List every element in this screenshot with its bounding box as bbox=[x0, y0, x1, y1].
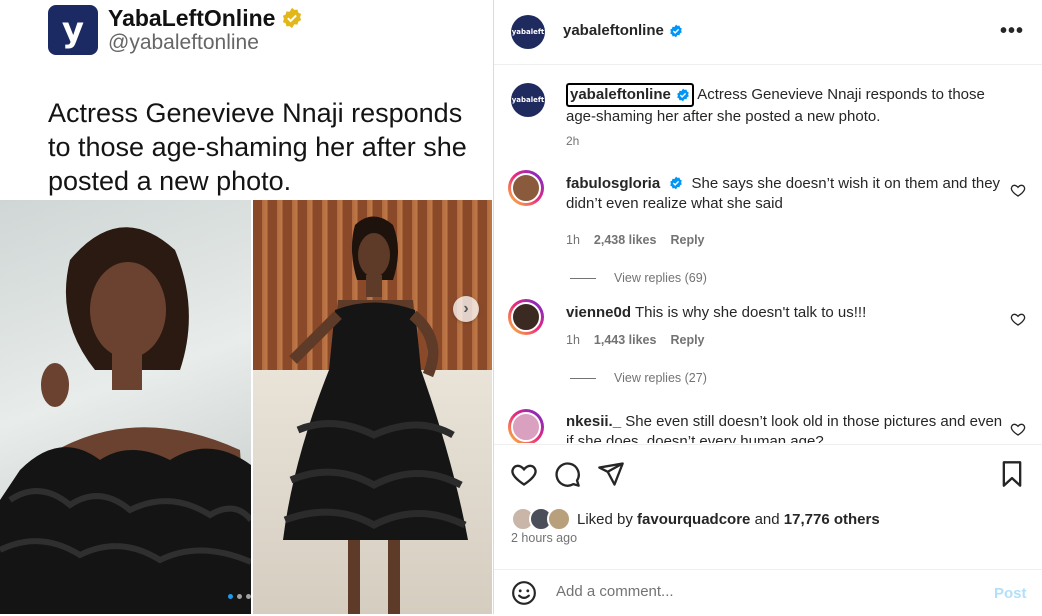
comment-input[interactable] bbox=[554, 582, 978, 601]
comment-meta: 1h 2,438 likes Reply bbox=[566, 233, 705, 247]
like-comment-heart-icon[interactable] bbox=[1010, 421, 1026, 437]
gold-verified-icon bbox=[283, 7, 302, 29]
photo-left-illustration bbox=[0, 227, 251, 614]
share-send-icon[interactable] bbox=[597, 460, 625, 488]
header-avatar[interactable]: yabaleft bbox=[511, 15, 545, 49]
view-replies-text[interactable]: View replies (69) bbox=[614, 271, 707, 285]
comment-body: fabulosgloria She says she doesn’t wish … bbox=[566, 174, 1006, 214]
header-username[interactable]: yabaleftonline bbox=[563, 22, 683, 39]
verified-icon bbox=[670, 176, 683, 190]
comment-avatar[interactable] bbox=[508, 299, 544, 335]
view-replies-text[interactable]: View replies (27) bbox=[614, 371, 707, 385]
comment-time: 1h bbox=[566, 233, 580, 247]
view-replies-button[interactable]: View replies (69) bbox=[570, 271, 707, 285]
tweet-display-name: YabaLeftOnline bbox=[108, 5, 303, 31]
emoji-icon[interactable] bbox=[511, 580, 537, 606]
photo-right bbox=[253, 200, 492, 614]
comment-body: vienne0d This is why she doesn't talk to… bbox=[566, 303, 1006, 323]
carousel-dot bbox=[228, 594, 233, 599]
photo-left bbox=[0, 200, 251, 614]
carousel-dot bbox=[237, 594, 242, 599]
next-image-button[interactable]: › bbox=[453, 296, 479, 322]
post-media: y YabaLeftOnline @yabaleftonline Actress… bbox=[0, 0, 492, 614]
comment-text: She even still doesn’t look old in those… bbox=[566, 413, 1003, 443]
like-comment-heart-icon[interactable] bbox=[1010, 311, 1026, 327]
likes-others-count[interactable]: 17,776 others bbox=[784, 511, 880, 528]
post-header: yabaleft yabaleftonline ••• bbox=[494, 0, 1042, 65]
caption-avatar[interactable]: yabaleft bbox=[511, 83, 545, 117]
carousel-dot bbox=[246, 594, 251, 599]
verified-icon bbox=[677, 88, 689, 102]
likes-summary: Liked by favourquadcore and 17,776 other… bbox=[511, 507, 880, 531]
comment-avatar[interactable] bbox=[508, 409, 544, 443]
caption-time: 2h bbox=[566, 134, 580, 148]
comment-username[interactable]: vienne0d bbox=[566, 304, 631, 321]
header-username-text[interactable]: yabaleftonline bbox=[563, 22, 664, 39]
like-heart-icon[interactable] bbox=[510, 460, 538, 488]
save-bookmark-icon[interactable] bbox=[998, 460, 1026, 488]
photo-right-illustration bbox=[283, 216, 468, 614]
more-options-button[interactable]: ••• bbox=[1000, 20, 1024, 43]
caption: yabaleftonline Actress Genevieve Nnaji r… bbox=[566, 83, 1006, 151]
tweet-handle: @yabaleftonline bbox=[108, 31, 259, 55]
replies-divider bbox=[570, 377, 596, 379]
comment-time: 1h bbox=[566, 333, 580, 347]
comment-avatar[interactable] bbox=[508, 170, 544, 206]
comment-avatar-image bbox=[511, 412, 541, 442]
comments-list: fabulosgloria She says she doesn’t wish … bbox=[494, 160, 1042, 443]
tweet-header: y YabaLeftOnline @yabaleftonline bbox=[48, 2, 303, 58]
add-comment-bar: Post bbox=[494, 569, 1042, 616]
likes-prefix: Liked by bbox=[577, 510, 638, 528]
likes-middle: and bbox=[750, 510, 784, 528]
comment-reply-button[interactable]: Reply bbox=[670, 233, 704, 247]
verified-icon bbox=[670, 24, 682, 37]
comment-username[interactable]: nkesii._ bbox=[566, 413, 621, 430]
tweet-display-name-text: YabaLeftOnline bbox=[108, 4, 276, 31]
comment-reply-button[interactable]: Reply bbox=[670, 333, 704, 347]
tweet-avatar: y bbox=[48, 5, 98, 55]
comment-avatar-image bbox=[511, 302, 541, 332]
post-timestamp[interactable]: 2 hours ago bbox=[511, 531, 577, 545]
comment-text: This is why she doesn't talk to us!!! bbox=[634, 304, 867, 321]
liker-avatar[interactable] bbox=[547, 507, 571, 531]
comment-body: nkesii._ She even still doesn’t look old… bbox=[566, 412, 1006, 443]
comment-username[interactable]: fabulosgloria bbox=[566, 175, 660, 192]
comment-avatar-image bbox=[511, 173, 541, 203]
post-comment-button[interactable]: Post bbox=[994, 585, 1027, 602]
caption-username-text[interactable]: yabaleftonline bbox=[570, 85, 671, 105]
comment-likes[interactable]: 2,438 likes bbox=[594, 233, 657, 247]
view-replies-button[interactable]: View replies (27) bbox=[570, 371, 707, 385]
carousel-dots bbox=[228, 594, 251, 599]
liker-username[interactable]: favourquadcore bbox=[637, 511, 750, 528]
comment-meta: 1h 1,443 likes Reply bbox=[566, 333, 705, 347]
tweet-names: YabaLeftOnline @yabaleftonline bbox=[108, 5, 303, 56]
replies-divider bbox=[570, 277, 596, 279]
like-comment-heart-icon[interactable] bbox=[1010, 182, 1026, 198]
tweet-text: Actress Genevieve Nnaji responds to thos… bbox=[48, 98, 467, 196]
comment-likes[interactable]: 1,443 likes bbox=[594, 333, 657, 347]
post-panel: yabaleft yabaleftonline ••• yabaleft yab… bbox=[493, 0, 1042, 614]
comment-bubble-icon[interactable] bbox=[553, 460, 581, 488]
caption-username[interactable]: yabaleftonline bbox=[566, 83, 694, 107]
post-actions: Liked by favourquadcore and 17,776 other… bbox=[494, 444, 1042, 615]
liker-avatars bbox=[511, 507, 571, 531]
